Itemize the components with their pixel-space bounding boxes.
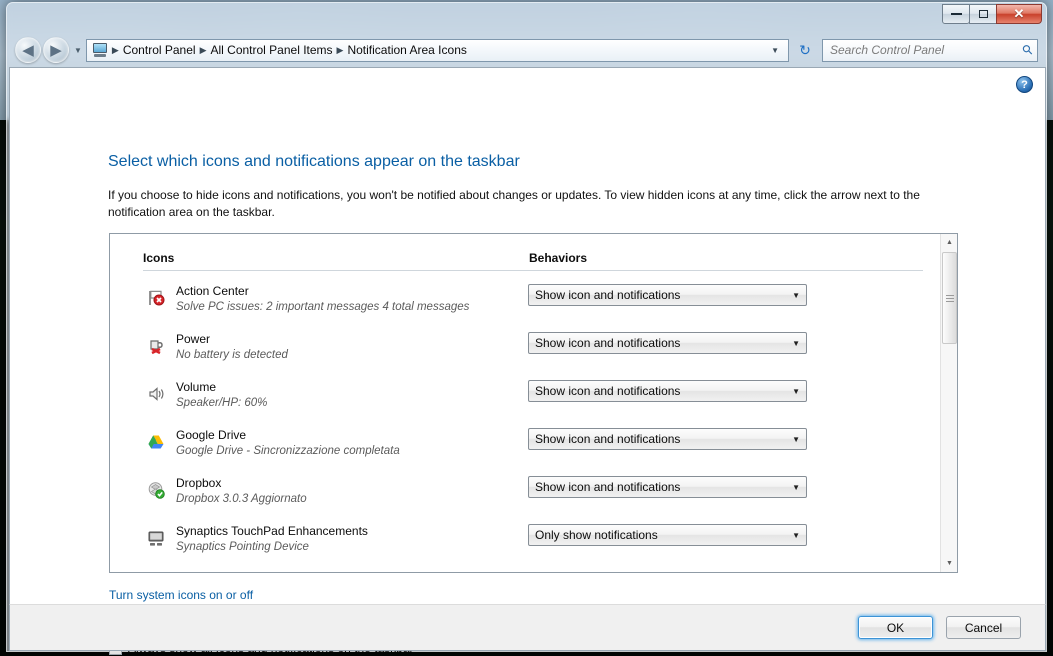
behavior-value: Show icon and notifications <box>535 480 681 494</box>
minimize-icon <box>950 13 962 15</box>
chevron-down-icon: ▼ <box>792 482 800 492</box>
help-button[interactable]: ? <box>1016 76 1033 93</box>
list-scrollbar[interactable]: ▲ ▼ <box>940 234 957 572</box>
behavior-dropdown-google-drive[interactable]: Show icon and notifications ▼ <box>528 428 807 450</box>
behavior-dropdown-action-center[interactable]: Show icon and notifications ▼ <box>528 284 807 306</box>
back-arrow-icon: ◀ <box>22 42 34 59</box>
page-title: Select which icons and notifications app… <box>108 153 520 170</box>
row-detail: Solve PC issues: 2 important messages 4 … <box>176 301 470 313</box>
row-name: Synaptics TouchPad Enhancements <box>176 524 368 538</box>
dropbox-icon <box>146 480 166 500</box>
forward-arrow-icon: ▶ <box>50 42 62 59</box>
power-plug-icon <box>146 336 166 356</box>
behavior-value: Show icon and notifications <box>535 384 681 398</box>
breadcrumb-notification-area-icons[interactable]: Notification Area Icons <box>344 43 469 57</box>
refresh-icon: ↻ <box>799 41 811 58</box>
chevron-down-icon: ▼ <box>792 290 800 300</box>
row-name: Dropbox <box>176 476 222 490</box>
scrollbar-thumb[interactable] <box>942 252 957 344</box>
breadcrumb-separator-icon: ▶ <box>199 44 207 55</box>
turn-system-icons-link[interactable]: Turn system icons on or off <box>109 588 253 602</box>
action-center-flag-icon <box>146 288 166 308</box>
synaptics-touchpad-icon <box>146 528 166 548</box>
column-header-icons: Icons <box>143 251 175 265</box>
row-name: Action Center <box>176 284 249 298</box>
row-name: Power <box>176 332 211 346</box>
window-title-bar[interactable]: ✕ <box>7 3 1046 33</box>
notification-icons-list: Icons Behaviors Action Center Solve PC i… <box>109 233 958 573</box>
control-panel-window: ✕ ◀ ▶ ▼ ▶ Control Panel ▶ All Control Pa… <box>6 2 1047 655</box>
refresh-button[interactable]: ↻ <box>794 39 816 61</box>
list-body: Icons Behaviors Action Center Solve PC i… <box>110 234 941 572</box>
behavior-dropdown-power[interactable]: Show icon and notifications ▼ <box>528 332 807 354</box>
chevron-down-icon: ▼ <box>792 338 800 348</box>
search-input[interactable]: Search Control Panel <box>830 43 1023 57</box>
breadcrumb-all-control-panel-items[interactable]: All Control Panel Items <box>207 43 335 57</box>
breadcrumb-control-panel[interactable]: Control Panel <box>120 43 199 57</box>
behavior-dropdown-volume[interactable]: Show icon and notifications ▼ <box>528 380 807 402</box>
table-row: Dropbox Dropbox 3.0.3 Aggiornato Show ic… <box>110 472 941 520</box>
table-row: Volume Speaker/HP: 60% Show icon and not… <box>110 376 941 424</box>
behavior-dropdown-dropbox[interactable]: Show icon and notifications ▼ <box>528 476 807 498</box>
row-name: Volume <box>176 380 217 394</box>
behavior-dropdown-synaptics[interactable]: Only show notifications ▼ <box>528 524 807 546</box>
ok-button[interactable]: OK <box>858 616 933 639</box>
back-button[interactable]: ◀ <box>15 37 41 63</box>
maximize-icon <box>978 10 988 18</box>
page-content: ? Select which icons and notifications a… <box>9 67 1046 655</box>
window-controls: ✕ <box>942 4 1042 24</box>
behavior-value: Show icon and notifications <box>535 432 681 446</box>
google-drive-icon <box>146 432 166 452</box>
behavior-value: Only show notifications <box>535 528 658 542</box>
table-row: Synaptics TouchPad Enhancements Synaptic… <box>110 520 941 568</box>
table-row: Action Center Solve PC issues: 2 importa… <box>110 280 941 328</box>
row-detail: Google Drive - Sincronizzazione completa… <box>176 445 400 457</box>
breadcrumb-separator-icon: ▶ <box>111 44 119 55</box>
page-description: If you choose to hide icons and notifica… <box>108 188 920 219</box>
table-row: Google Drive Google Drive - Sincronizzaz… <box>110 424 941 472</box>
navigation-bar: ◀ ▶ ▼ ▶ Control Panel ▶ All Control Pane… <box>7 33 1046 67</box>
chevron-down-icon: ▼ <box>792 386 800 396</box>
dialog-footer: OK Cancel <box>9 604 1046 651</box>
row-name: Google Drive <box>176 428 247 442</box>
address-breadcrumb-bar[interactable]: ▶ Control Panel ▶ All Control Panel Item… <box>85 38 789 62</box>
chevron-down-icon: ▼ <box>792 530 800 540</box>
recent-pages-chevron-icon[interactable]: ▼ <box>74 46 82 55</box>
row-detail: Synaptics Pointing Device <box>176 541 309 553</box>
volume-speaker-icon <box>146 384 166 404</box>
search-box[interactable]: Search Control Panel ⚲ <box>822 38 1038 62</box>
behavior-value: Show icon and notifications <box>535 288 681 302</box>
column-header-behaviors: Behaviors <box>529 251 588 265</box>
address-dropdown-icon[interactable]: ▼ <box>765 46 785 55</box>
row-detail: Dropbox 3.0.3 Aggiornato <box>176 493 307 505</box>
scroll-down-button[interactable]: ▼ <box>941 555 957 572</box>
behavior-value: Show icon and notifications <box>535 336 681 350</box>
minimize-button[interactable] <box>942 4 970 24</box>
scrollbar-grip-icon <box>945 294 954 302</box>
cancel-button[interactable]: Cancel <box>946 616 1021 639</box>
row-detail: No battery is detected <box>176 349 288 361</box>
close-button[interactable]: ✕ <box>996 4 1042 24</box>
header-divider <box>143 270 923 271</box>
scroll-up-button[interactable]: ▲ <box>941 234 957 251</box>
table-row: Power No battery is detected Show icon a… <box>110 328 941 376</box>
computer-icon <box>92 43 108 57</box>
maximize-button[interactable] <box>969 4 997 24</box>
row-detail: Speaker/HP: 60% <box>176 397 268 409</box>
chevron-down-icon: ▼ <box>792 434 800 444</box>
forward-button[interactable]: ▶ <box>43 37 69 63</box>
breadcrumb-separator-icon: ▶ <box>336 44 344 55</box>
